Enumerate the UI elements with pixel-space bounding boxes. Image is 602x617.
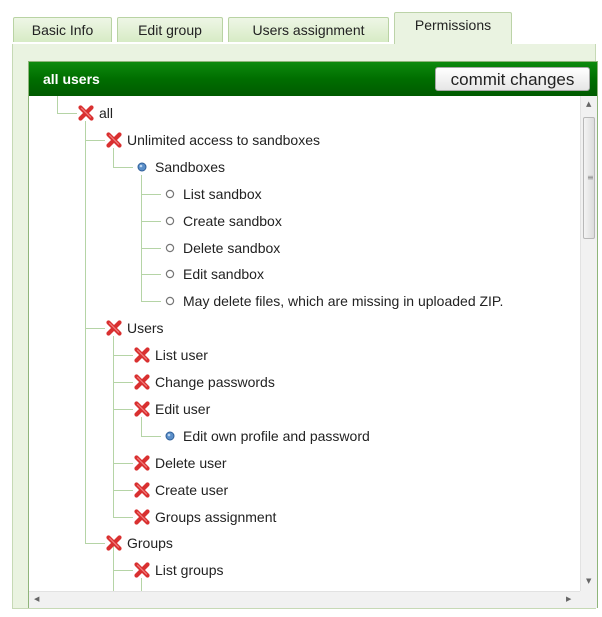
red-x-icon[interactable] (133, 450, 151, 476)
tree-connector (85, 140, 105, 141)
scroll-left-arrow-icon[interactable]: ◀ (34, 596, 39, 603)
red-x-icon[interactable] (105, 315, 123, 341)
tree-connector (85, 121, 86, 543)
tree-node-label: May delete files, which are missing in u… (183, 293, 504, 309)
tree-node-label: Edit own profile and password (183, 428, 370, 444)
vertical-scrollbar[interactable]: ▲ ≡ ▼ (580, 96, 597, 591)
tree-node-label: all (99, 105, 114, 121)
tab-users-assignment[interactable]: Users assignment (228, 17, 389, 42)
tree-connector (113, 463, 133, 464)
tree-connector (113, 355, 133, 356)
scroll-down-arrow-icon[interactable]: ▼ (586, 578, 591, 585)
permission-tree[interactable]: all Unlimited access to sandboxes Sandboxe… (29, 96, 580, 591)
tree-connector (85, 543, 105, 544)
tree-node-label: Delete user (155, 455, 227, 471)
tree-connector (141, 194, 161, 195)
tree-connector (57, 96, 58, 113)
tree-node-label: Users (127, 320, 164, 336)
tree-connector (57, 113, 77, 114)
tree-node-label: Groups assignment (155, 509, 277, 525)
tab-edit-group-label: Edit group (138, 22, 202, 38)
tab-basic-info-label: Basic Info (31, 22, 94, 38)
blue-dot-icon[interactable] (161, 423, 179, 449)
commit-changes-button[interactable]: commit changes (435, 67, 590, 91)
red-x-icon[interactable] (105, 127, 123, 153)
permissions-panel: all users commit changes all Unlimited ac… (12, 44, 598, 609)
tab-permissions-label: Permissions (414, 17, 492, 33)
hollow-circle-icon[interactable] (161, 181, 179, 207)
scrollbar-corner (580, 591, 597, 608)
horizontal-scrollbar[interactable]: ◀ ▶ (29, 591, 580, 608)
tree-connector (113, 167, 133, 168)
tree-connector (141, 301, 161, 302)
tree-node-label: Sandboxes (155, 159, 226, 175)
hollow-circle-icon[interactable] (161, 235, 179, 261)
scroll-right-arrow-icon[interactable]: ▶ (566, 596, 571, 603)
tree-connector (113, 382, 133, 383)
tree-connector (85, 328, 105, 329)
tree-connector (141, 436, 161, 437)
scrollbar-grip-icon: ≡ (587, 173, 594, 182)
tree-node-label: Create user (155, 482, 229, 498)
tab-permissions[interactable]: Permissions (394, 12, 512, 44)
tree-node-label: Change passwords (155, 374, 275, 390)
tree-connector (113, 517, 133, 518)
tree-connector (141, 248, 161, 249)
tree-connector (113, 409, 133, 410)
permissions-box: all users commit changes all Unlimited ac… (28, 61, 598, 608)
red-x-icon[interactable] (133, 342, 151, 368)
tree-node-label: Edit sandbox (183, 266, 264, 282)
tree-node-label: Unlimited access to sandboxes (127, 132, 320, 148)
tree-node-label: Groups (127, 535, 173, 551)
tree-node-label: Create sandbox (183, 213, 282, 229)
tab-bar: Basic Info Edit group Users assignment P… (0, 0, 602, 44)
red-x-icon[interactable] (105, 530, 123, 556)
tree-node-label: List groups (155, 562, 224, 578)
red-x-icon[interactable] (133, 477, 151, 503)
panel-header: all users commit changes (29, 62, 597, 96)
tree-connector (113, 336, 114, 517)
red-x-icon[interactable] (133, 557, 151, 583)
scrollbar-thumb[interactable]: ≡ (583, 117, 595, 239)
tree-node-label: List sandbox (183, 186, 262, 202)
tree-connector (141, 274, 161, 275)
hollow-circle-icon[interactable] (161, 288, 179, 314)
tree-node-label: List user (155, 347, 208, 363)
tree-connector (113, 570, 133, 571)
panel-title: all users (43, 71, 100, 87)
tab-edit-group[interactable]: Edit group (117, 17, 223, 42)
hollow-circle-icon[interactable] (161, 208, 179, 234)
red-x-icon[interactable] (133, 504, 151, 530)
red-x-icon[interactable] (133, 396, 151, 422)
tree-node-label: Edit user (155, 401, 211, 417)
hollow-circle-icon[interactable] (161, 261, 179, 287)
red-x-icon[interactable] (77, 100, 95, 126)
tab-basic-info[interactable]: Basic Info (13, 17, 112, 42)
tree-connector (141, 175, 142, 301)
tab-users-assignment-label: Users assignment (252, 22, 365, 38)
tree-connector (113, 490, 133, 491)
red-x-icon[interactable] (133, 369, 151, 395)
blue-dot-icon[interactable] (133, 154, 151, 180)
tree-node-label: Delete sandbox (183, 240, 281, 256)
tree-connector (141, 221, 161, 222)
scroll-up-arrow-icon[interactable]: ▲ (586, 101, 591, 108)
